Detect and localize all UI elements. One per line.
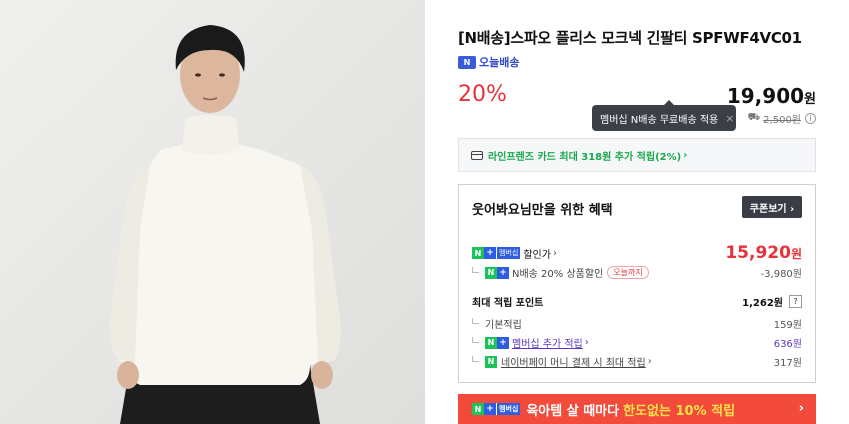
member-points-row: N + 멤버십 추가 적립 › 636원 <box>472 335 802 350</box>
today-delivery-tag: N 오늘배송 <box>458 54 519 70</box>
coupon-view-button[interactable]: 쿠폰보기 › <box>742 196 802 218</box>
chevron-right-icon: › <box>647 356 652 367</box>
card-offer-banner[interactable]: 라인프렌즈 카드 최대 318원 추가 적립(2%) › <box>458 138 816 172</box>
base-points-value: 159원 <box>773 320 802 331</box>
max-points-value: 1,262원 <box>742 298 783 309</box>
base-points-row: 기본적립 159원 <box>472 316 802 331</box>
pay-points-value: 317원 <box>773 358 802 369</box>
model-illustration <box>0 0 425 424</box>
product-info-panel: [N배송]스파오 플리스 모크넥 긴팔티 SPFWF4VC01 N 오늘배송 2… <box>458 0 818 424</box>
n-plus-membership-icon: N + 멤버십 <box>472 403 521 415</box>
help-icon[interactable]: ? <box>789 295 802 308</box>
shipping-fee: ⛟ 2,500원 i <box>748 111 816 126</box>
promo-text: 육아템 살 때마다 <box>526 403 620 419</box>
max-points-label: 최대 적립 포인트 <box>472 298 544 309</box>
member-points-link[interactable]: 멤버십 추가 적립 <box>512 335 583 350</box>
discounted-price: 15,920원 <box>725 243 802 263</box>
n-discount-amount: -3,980원 <box>760 269 802 280</box>
tree-connector <box>472 356 479 362</box>
card-offer-label: 라인프렌즈 카드 최대 318원 추가 적립(2%) <box>488 151 682 163</box>
shipping-fee-original: 2,500원 <box>763 115 801 126</box>
discounted-price-row: N + 멤버십 할인가 › 15,920원 <box>472 243 802 263</box>
base-points-label: 기본적립 <box>485 320 522 331</box>
product-image[interactable] <box>0 0 425 424</box>
tree-connector <box>472 337 479 343</box>
tree-connector <box>472 318 479 324</box>
n-plus-membership-icon: N + 멤버십 <box>472 247 521 259</box>
today-delivery-label: 오늘배송 <box>479 56 520 69</box>
close-icon[interactable]: × <box>725 112 734 125</box>
discount-rate: 20% <box>458 82 507 107</box>
chevron-right-icon: › <box>683 149 688 161</box>
n-discount-row: N + N배송 20% 상품할인 오늘까지 -3,980원 <box>472 265 802 280</box>
max-points-row: 최대 적립 포인트 1,262원 ? <box>472 294 802 309</box>
promo-highlight: 한도없는 10% 적립 <box>623 403 736 419</box>
n-plus-icon: N + <box>485 336 509 349</box>
chevron-right-icon: › <box>798 401 804 416</box>
free-shipping-tooltip: 멤버십 N배송 무료배송 적용 × <box>592 100 736 131</box>
n-plus-icon: N + <box>485 266 509 279</box>
today-only-badge: 오늘까지 <box>607 266 649 279</box>
naver-pay-icon: N <box>485 355 497 368</box>
sale-price: 19,900원 <box>726 84 816 108</box>
tree-connector <box>472 267 479 273</box>
benefit-header: 웃어봐요님만을 위한 혜택 <box>472 203 613 218</box>
member-points-value: 636원 <box>773 339 802 350</box>
info-icon[interactable]: i <box>805 113 816 124</box>
n-discount-label: N배송 20% 상품할인 <box>512 269 604 280</box>
truck-icon: ⛟ <box>747 112 761 123</box>
chevron-right-icon: › <box>552 247 557 259</box>
chevron-right-icon: › <box>584 337 589 348</box>
pay-points-row: N 네이버페이 머니 결제 시 최대 적립 › 317원 <box>472 354 802 369</box>
pay-points-link[interactable]: 네이버페이 머니 결제 시 최대 적립 <box>501 354 646 369</box>
credit-card-icon <box>471 150 483 160</box>
discounted-price-label[interactable]: 할인가 <box>523 246 551 261</box>
promo-banner[interactable]: N + 멤버십 육아템 살 때마다 한도없는 10% 적립 › <box>458 394 816 424</box>
member-benefit-box: 웃어봐요님만을 위한 혜택 쿠폰보기 › N + 멤버십 할인가 › 15,920원… <box>458 184 816 383</box>
n-delivery-icon: N <box>458 55 476 69</box>
product-title: [N배송]스파오 플리스 모크넥 긴팔티 SPFWF4VC01 <box>458 29 802 47</box>
